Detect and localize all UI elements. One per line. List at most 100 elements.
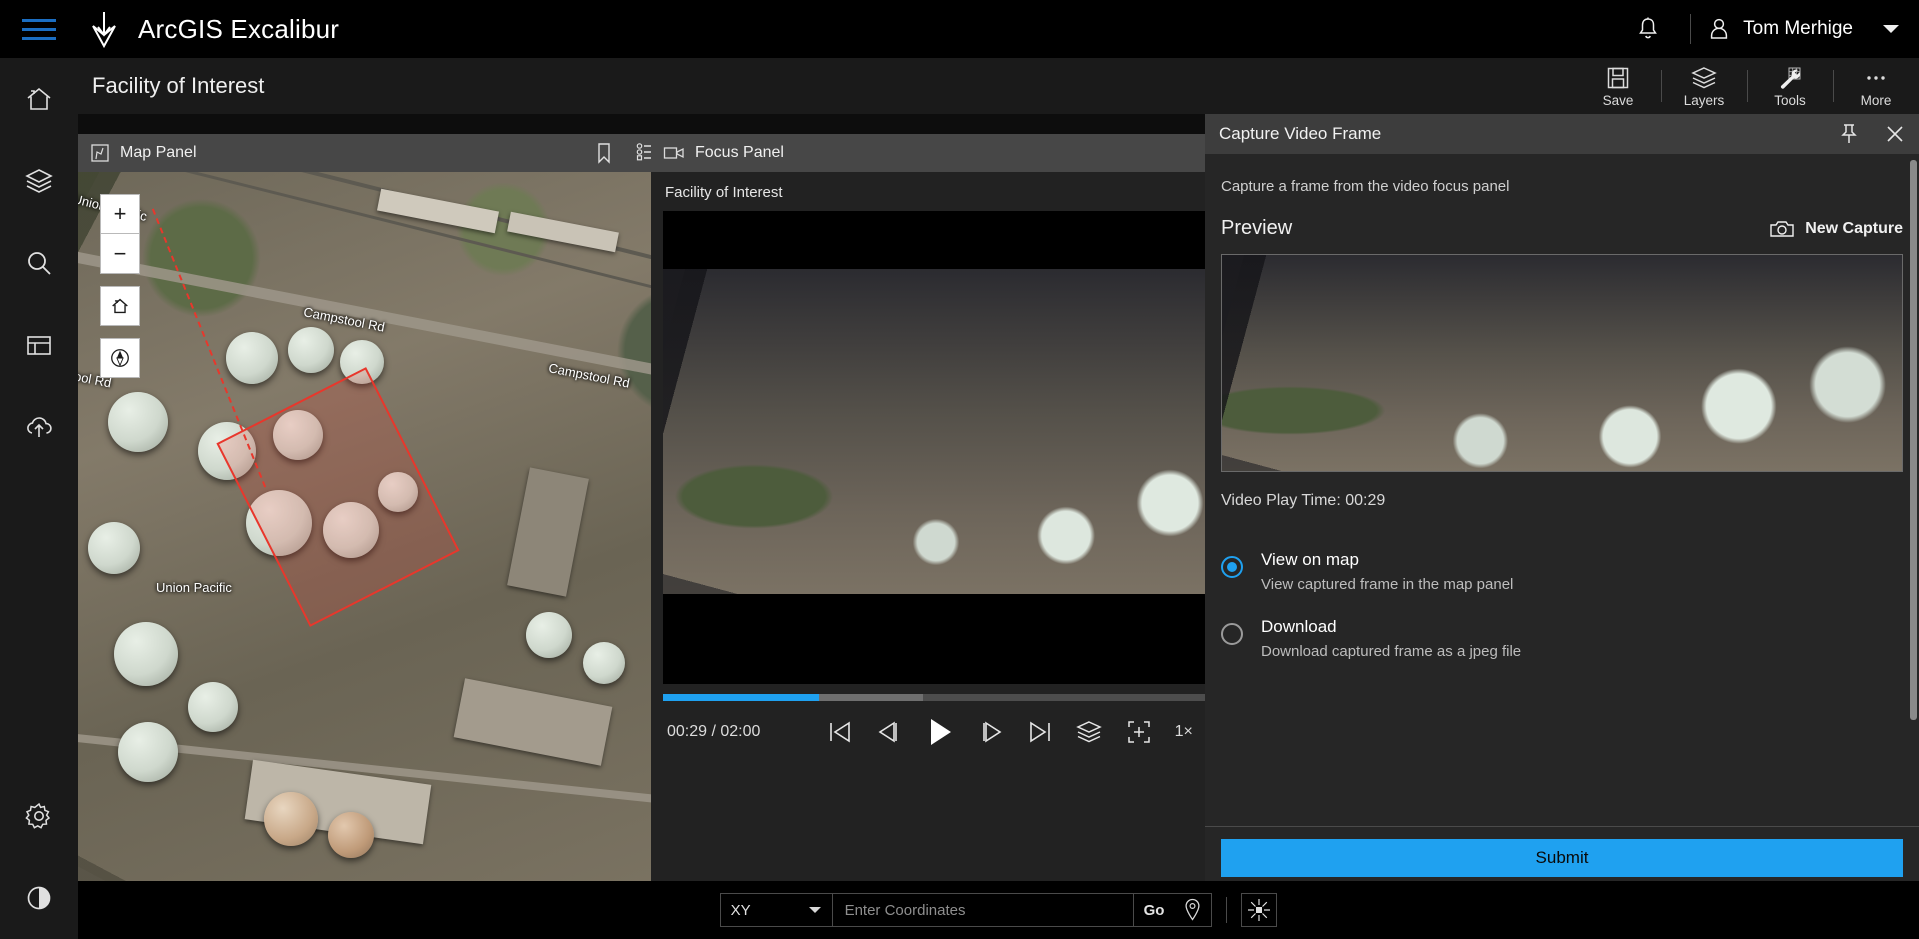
preview-label: Preview	[1221, 217, 1292, 240]
step-back-icon[interactable]	[875, 718, 901, 746]
user-menu[interactable]: Tom Merhige	[1707, 16, 1853, 42]
fit-frame-icon[interactable]	[1125, 718, 1153, 746]
layers-button[interactable]: Layers	[1661, 58, 1747, 114]
upload-cloud-icon	[23, 411, 55, 443]
chevron-down-icon	[808, 905, 822, 915]
video-layers-icon[interactable]	[1075, 718, 1103, 746]
step-forward-icon[interactable]	[979, 718, 1005, 746]
brightness-button[interactable]	[1241, 893, 1277, 927]
close-icon[interactable]	[1885, 124, 1905, 144]
search-icon	[23, 247, 55, 279]
sidebar-item-search[interactable]	[0, 222, 78, 304]
coordinate-input-group: XY Go	[720, 893, 1213, 927]
option-view-on-map[interactable]: View on map View captured frame in the m…	[1221, 536, 1903, 603]
map-panel-icon	[90, 143, 110, 163]
capture-preview-image	[1221, 254, 1903, 472]
play-button[interactable]	[923, 715, 957, 749]
zoom-in-button[interactable]: +	[100, 194, 140, 234]
map-panel-title: Map Panel	[120, 144, 197, 162]
tools-icon	[1777, 65, 1803, 91]
capture-panel-actions	[1839, 123, 1905, 145]
video-time-display: 00:29 / 02:00	[667, 723, 760, 741]
bookmark-icon[interactable]	[594, 142, 614, 164]
user-name: Tom Merhige	[1743, 18, 1853, 40]
save-label: Save	[1603, 93, 1634, 108]
option-subtitle: View captured frame in the map panel	[1261, 576, 1513, 593]
panel-scrollbar[interactable]	[1910, 160, 1917, 720]
excalibur-logo-icon	[78, 0, 130, 58]
radio-view-on-map[interactable]	[1221, 556, 1243, 578]
brand-title: ArcGIS Excalibur	[138, 14, 339, 45]
divider	[1226, 897, 1227, 923]
hamburger-line	[22, 37, 56, 40]
option-title: Download	[1261, 617, 1521, 637]
sidebar-item-catalog[interactable]	[0, 304, 78, 386]
playback-speed-button[interactable]: 1×	[1175, 723, 1193, 741]
more-button[interactable]: More	[1833, 58, 1919, 114]
capture-panel-title: Capture Video Frame	[1219, 124, 1381, 144]
storage-tank	[526, 612, 572, 658]
skip-to-end-icon[interactable]	[1027, 718, 1053, 746]
option-text-group: View on map View captured frame in the m…	[1261, 550, 1513, 593]
storage-tank	[288, 327, 334, 373]
avatar-icon	[1707, 16, 1731, 42]
storage-tank	[583, 642, 625, 684]
sidebar-item-settings[interactable]	[0, 775, 78, 857]
page-header: Facility of Interest Save Layers	[78, 58, 1919, 114]
video-progress-bar	[663, 694, 819, 701]
coordinate-input[interactable]	[833, 894, 1133, 926]
notifications-bell-icon[interactable]	[1622, 0, 1674, 58]
gear-icon	[23, 800, 55, 832]
brightness-icon	[1247, 898, 1271, 922]
pin-icon[interactable]	[1839, 123, 1859, 145]
menu-button[interactable]	[0, 0, 78, 58]
chevron-down-icon[interactable]	[1881, 22, 1901, 36]
storage-tank	[264, 792, 318, 846]
contrast-icon	[23, 882, 55, 914]
save-button[interactable]: Save	[1575, 58, 1661, 114]
camera-icon	[1769, 219, 1795, 239]
tools-button[interactable]: Tools	[1747, 58, 1833, 114]
new-capture-label: New Capture	[1805, 220, 1903, 238]
hamburger-line	[22, 28, 56, 31]
layers-stack-icon	[23, 165, 55, 197]
coordinate-mode-select[interactable]: XY	[721, 894, 833, 926]
storage-tank	[328, 812, 374, 858]
home-extent-button[interactable]	[100, 286, 140, 326]
sidebar-item-home[interactable]	[0, 58, 78, 140]
excalibur-app: ArcGIS Excalibur Tom Merhige	[0, 0, 1919, 939]
new-capture-button[interactable]: New Capture	[1769, 219, 1903, 239]
storage-tank	[88, 522, 140, 574]
sidebar-item-contrast[interactable]	[0, 857, 78, 939]
option-subtitle: Download captured frame as a jpeg file	[1261, 643, 1521, 660]
map-label: Union Pacific	[156, 580, 232, 595]
option-download[interactable]: Download Download captured frame as a jp…	[1221, 603, 1903, 670]
map-pin-icon[interactable]	[1174, 898, 1211, 922]
hamburger-line	[22, 19, 56, 22]
left-rail	[0, 58, 78, 939]
radio-download[interactable]	[1221, 623, 1243, 645]
sidebar-item-layers[interactable]	[0, 140, 78, 222]
sidebar-item-upload[interactable]	[0, 386, 78, 468]
catalog-icon	[23, 329, 55, 361]
compass-button[interactable]	[100, 338, 140, 378]
workspace: Map Panel	[78, 114, 1919, 939]
storage-tank	[108, 392, 168, 452]
option-title: View on map	[1261, 550, 1513, 570]
compass-icon	[109, 347, 131, 369]
home-icon	[109, 295, 131, 317]
home-icon	[23, 83, 55, 115]
coordinate-go-button[interactable]: Go	[1133, 894, 1175, 926]
storage-tank	[118, 722, 178, 782]
capture-panel-header: Capture Video Frame	[1205, 114, 1919, 154]
layers-label: Layers	[1684, 93, 1725, 108]
focus-panel-title: Focus Panel	[695, 144, 784, 162]
skip-to-start-icon[interactable]	[827, 718, 853, 746]
header-toolbar: Save Layers Tools	[1575, 58, 1919, 114]
top-bar: ArcGIS Excalibur Tom Merhige	[0, 0, 1919, 58]
zoom-out-button[interactable]: −	[100, 234, 140, 274]
page-title: Facility of Interest	[92, 73, 264, 99]
video-camera-icon	[663, 143, 685, 163]
capture-video-frame-panel: Capture Video Frame Cap	[1205, 114, 1919, 939]
submit-button[interactable]: Submit	[1221, 839, 1903, 877]
